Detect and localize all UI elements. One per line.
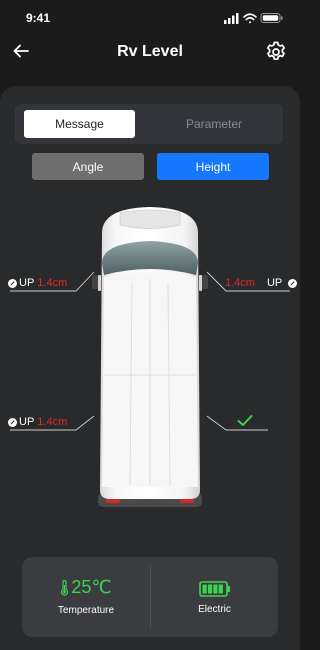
temperature-value: 25℃	[71, 577, 112, 597]
front-right-wheel-tag: 1.4cm UP	[225, 277, 298, 289]
view-tabs: Message Parameter	[15, 104, 283, 144]
mirror-right	[201, 275, 208, 289]
front-right-value: 1.4cm	[225, 277, 255, 289]
temperature-block: 25℃ Temperature	[22, 557, 150, 637]
battery-status-icon	[260, 13, 283, 23]
gear-icon[interactable]	[264, 40, 288, 64]
rear-left-direction: UP	[19, 416, 35, 428]
thermometer-icon	[61, 579, 69, 596]
front-left-wheel-tag: UP 1.4cm	[8, 277, 67, 289]
front-left-direction: UP	[19, 277, 35, 289]
rear-left-wheel-tag: UP 1.4cm	[8, 416, 67, 428]
status-bar: 9:41	[0, 0, 300, 36]
temperature-label: Temperature	[57, 605, 115, 616]
header: Rv Level	[0, 36, 300, 70]
roof-hatch	[119, 209, 181, 229]
tab-parameter[interactable]: Parameter	[155, 110, 273, 138]
electric-label: Electric	[198, 604, 231, 615]
page-title: Rv Level	[117, 43, 183, 60]
status-icons	[224, 13, 283, 24]
arrow-up-icon	[8, 417, 17, 427]
angle-button[interactable]: Angle	[32, 153, 144, 180]
tab-message[interactable]: Message	[24, 110, 135, 138]
arrow-up-icon	[288, 278, 298, 288]
wifi-icon	[243, 13, 257, 24]
front-right-direction: UP	[266, 277, 283, 289]
level-panel: Message Parameter Angle Height UP 1.4cm …	[0, 86, 300, 650]
status-time: 9:41	[26, 11, 51, 25]
front-left-value: 1.4cm	[37, 277, 68, 289]
rear-light-left	[106, 499, 120, 503]
rear-left-value: 1.4cm	[37, 416, 68, 428]
electric-block: Electric	[151, 557, 278, 637]
height-button[interactable]: Height	[157, 153, 269, 180]
battery-full-icon	[199, 581, 230, 597]
check-icon	[237, 415, 253, 426]
rv-top-view	[92, 207, 208, 507]
rear-light-right	[180, 499, 194, 503]
signal-icon	[224, 13, 239, 24]
arrow-up-icon	[8, 278, 17, 288]
status-info-card: 25℃ Temperature Electric	[22, 557, 278, 637]
mirror-left	[92, 275, 99, 289]
